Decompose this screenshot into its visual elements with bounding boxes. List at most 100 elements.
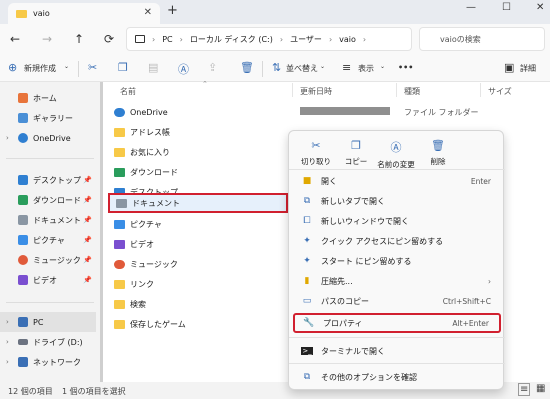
cut-icon[interactable]: ✂ bbox=[88, 61, 97, 74]
nav-item-desktop[interactable]: デスクトップ 📌 bbox=[0, 170, 96, 190]
menu-item-open-new-tab[interactable]: ⧉ 新しいタブで開く bbox=[293, 191, 501, 211]
nav-item-music[interactable]: ミュージック 📌 bbox=[0, 250, 96, 270]
sort-button[interactable]: 並べ替え bbox=[286, 63, 318, 74]
column-header-type[interactable]: 種類 bbox=[404, 86, 420, 97]
more-options-button[interactable]: ••• bbox=[398, 63, 413, 72]
menu-divider bbox=[289, 363, 505, 364]
address-bar[interactable]: › PC › ローカル ディスク (C:) › ユーザー › vaio › bbox=[126, 27, 412, 51]
list-item[interactable]: ピクチャ bbox=[108, 214, 288, 234]
tab-vaio[interactable]: vaio ✕ bbox=[8, 3, 160, 24]
up-button[interactable]: ↑ bbox=[74, 32, 84, 46]
zip-icon: ▮ bbox=[304, 276, 310, 286]
maximize-button[interactable]: ☐ bbox=[502, 2, 511, 13]
details-button[interactable]: 詳細 bbox=[520, 63, 536, 74]
search-input[interactable]: vaioの検索 bbox=[419, 27, 545, 51]
folder-open-icon: ■ bbox=[302, 176, 312, 186]
nav-item-gallery[interactable]: ギャラリー bbox=[0, 108, 96, 128]
delete-button[interactable]: 🗑 削除 bbox=[413, 139, 463, 167]
delete-icon[interactable]: 🗑 bbox=[240, 61, 254, 74]
list-item[interactable]: お気に入り bbox=[108, 142, 288, 162]
column-header-name[interactable]: 名前 bbox=[120, 86, 136, 97]
chevron-right-icon[interactable]: › bbox=[6, 338, 9, 346]
list-item[interactable]: ダウンロード bbox=[108, 162, 288, 182]
file-name: 保存したゲーム bbox=[130, 319, 186, 329]
rename-icon[interactable]: Ⓐ bbox=[178, 61, 189, 77]
list-item[interactable]: ミュージック bbox=[108, 254, 288, 274]
nav-item-pictures[interactable]: ピクチャ 📌 bbox=[0, 230, 96, 250]
nav-item-drive-d[interactable]: › ドライブ (D:) bbox=[0, 332, 96, 352]
minimize-button[interactable]: — bbox=[466, 2, 476, 13]
list-item[interactable]: ビデオ bbox=[108, 234, 288, 254]
pin-icon: 📌 bbox=[83, 256, 92, 264]
scrollbar[interactable] bbox=[100, 82, 103, 382]
nav-item-home[interactable]: ホーム bbox=[0, 88, 96, 108]
column-header-size[interactable]: サイズ bbox=[488, 86, 512, 97]
nav-item-videos[interactable]: ビデオ 📌 bbox=[0, 270, 96, 290]
menu-item-compress[interactable]: ▮ 圧縮先... › bbox=[293, 271, 501, 291]
menu-item-open-terminal[interactable]: >_ ターミナルで開く bbox=[293, 341, 501, 361]
details-view-icon[interactable]: ≡ bbox=[518, 383, 531, 396]
wrench-icon: 🔧 bbox=[303, 318, 315, 328]
menu-item-pin-start[interactable]: ✦ スタート にピン留めする bbox=[293, 251, 501, 271]
chevron-right-icon[interactable]: › bbox=[6, 358, 9, 366]
nav-item-documents[interactable]: ドキュメント 📌 bbox=[0, 210, 96, 230]
menu-item-open[interactable]: ■ 開く Enter bbox=[293, 171, 501, 191]
list-item[interactable]: OneDrive bbox=[108, 102, 288, 122]
breadcrumb-users[interactable]: ユーザー bbox=[290, 34, 322, 45]
file-name: お気に入り bbox=[130, 147, 170, 157]
new-button[interactable]: 新規作成 bbox=[24, 63, 56, 74]
pin-icon: 📌 bbox=[83, 236, 92, 244]
redacted-date bbox=[300, 107, 390, 115]
pin-icon: 📌 bbox=[83, 196, 92, 204]
new-tab-button[interactable]: + bbox=[167, 3, 178, 18]
list-item[interactable]: 保存したゲーム bbox=[108, 314, 288, 334]
picture-icon bbox=[114, 219, 125, 229]
menu-item-open-new-window[interactable]: ⧠ 新しいウィンドウで開く bbox=[293, 211, 501, 231]
copy-icon[interactable]: ❐ bbox=[118, 61, 128, 74]
list-item[interactable]: 検索 bbox=[108, 294, 288, 314]
chevron-down-icon: ⌄ bbox=[64, 63, 70, 70]
refresh-button[interactable]: ⟳ bbox=[104, 32, 114, 46]
share-icon[interactable]: ⇪ bbox=[208, 61, 217, 74]
forward-button[interactable]: → bbox=[42, 32, 52, 46]
menu-item-more-options[interactable]: ⧉ その他のオプションを確認 bbox=[293, 367, 501, 387]
desktop-icon bbox=[18, 175, 28, 185]
list-item[interactable]: アドレス帳 bbox=[108, 122, 288, 142]
close-tab-icon[interactable]: ✕ bbox=[144, 7, 152, 18]
item-count: 12 個の項目 bbox=[8, 387, 53, 396]
breadcrumb-pc[interactable]: PC bbox=[162, 35, 172, 44]
file-name: ダウンロード bbox=[130, 167, 178, 177]
view-button[interactable]: 表示 bbox=[358, 63, 374, 74]
file-name: OneDrive bbox=[130, 107, 168, 117]
menu-item-copy-path[interactable]: ▭ パスのコピー Ctrl+Shift+C bbox=[293, 291, 501, 311]
nav-item-network[interactable]: › ネットワーク bbox=[0, 352, 96, 372]
chevron-right-icon[interactable]: › bbox=[6, 134, 9, 142]
video-icon bbox=[114, 239, 125, 249]
chevron-right-icon[interactable]: › bbox=[6, 318, 9, 326]
nav-item-downloads[interactable]: ダウンロード 📌 bbox=[0, 190, 96, 210]
paste-icon[interactable]: ▤ bbox=[148, 61, 158, 74]
command-bar: ⊕ 新規作成 ⌄ ✂ ❐ ▤ Ⓐ ⇪ 🗑 ⇅ 並べ替え ⌄ ≡ 表示 ⌄ •••… bbox=[0, 56, 550, 82]
menu-item-properties[interactable]: 🔧 プロパティ Alt+Enter bbox=[293, 313, 501, 333]
nav-item-pc[interactable]: › PC bbox=[0, 312, 96, 332]
nav-label: ホーム bbox=[33, 93, 57, 103]
list-item-selected[interactable]: ドキュメント bbox=[108, 193, 288, 213]
home-icon bbox=[18, 93, 28, 103]
close-window-button[interactable]: ✕ bbox=[536, 2, 544, 13]
nav-item-onedrive[interactable]: › OneDrive bbox=[0, 128, 96, 148]
file-type: ファイル フォルダー bbox=[404, 108, 479, 117]
list-item[interactable]: リンク bbox=[108, 274, 288, 294]
breadcrumb-local-disk[interactable]: ローカル ディスク (C:) bbox=[190, 34, 273, 45]
back-button[interactable]: ← bbox=[10, 32, 20, 46]
tiles-view-icon[interactable]: ▦ bbox=[536, 383, 545, 394]
file-name: ミュージック bbox=[130, 259, 178, 269]
cut-label: 切り取り bbox=[301, 157, 331, 166]
view-icon: ≡ bbox=[342, 61, 352, 74]
column-header-modified[interactable]: 更新日時 bbox=[300, 86, 332, 97]
file-name: リンク bbox=[130, 279, 154, 289]
cloud-icon bbox=[114, 107, 125, 117]
terminal-icon: >_ bbox=[301, 347, 313, 355]
breadcrumb-vaio[interactable]: vaio bbox=[339, 35, 356, 44]
menu-item-pin-quick-access[interactable]: ✦ クイック アクセスにピン留めする bbox=[293, 231, 501, 251]
folder-icon bbox=[114, 299, 125, 309]
